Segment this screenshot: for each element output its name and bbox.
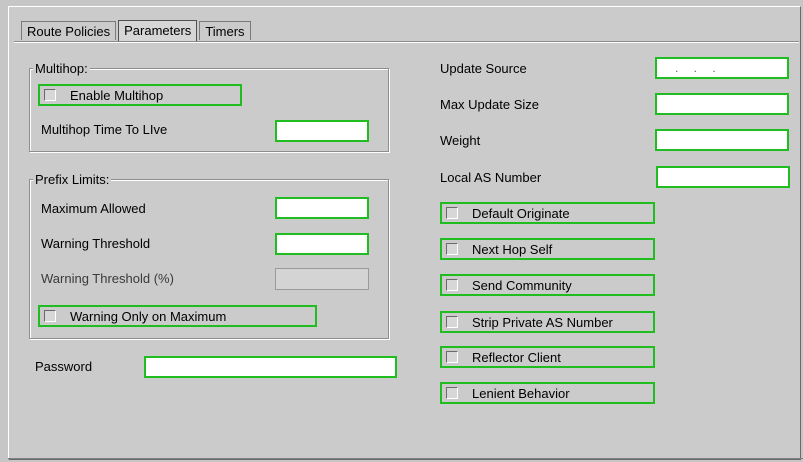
multihop-group-title: Multihop: — [33, 61, 90, 76]
checkbox-label: Default Originate — [472, 205, 570, 221]
warning-threshold-percent-input — [275, 268, 369, 290]
checkbox-box[interactable] — [446, 387, 458, 399]
checkbox-box[interactable] — [44, 310, 56, 322]
lenient-behavior-checkbox[interactable]: Lenient Behavior — [440, 382, 655, 404]
reflector-client-checkbox[interactable]: Reflector Client — [440, 346, 655, 368]
send-community-checkbox[interactable]: Send Community — [440, 274, 655, 296]
tab-bar: Route Policies Parameters Timers — [21, 20, 253, 41]
tab-content-highlight — [14, 42, 799, 43]
checkbox-box[interactable] — [446, 279, 458, 291]
local-as-number-input[interactable] — [656, 166, 790, 188]
weight-input[interactable] — [655, 129, 789, 151]
tab-route-policies[interactable]: Route Policies — [21, 21, 117, 40]
warning-only-on-maximum-checkbox[interactable]: Warning Only on Maximum — [38, 305, 317, 327]
tab-label: Route Policies — [27, 24, 111, 39]
enable-multihop-checkbox[interactable]: Enable Multihop — [38, 84, 242, 106]
update-source-label: Update Source — [440, 61, 527, 76]
multihop-ttl-input[interactable] — [275, 120, 369, 142]
warning-threshold-input[interactable] — [275, 233, 369, 255]
checkbox-label: Next Hop Self — [472, 241, 553, 257]
next-hop-self-checkbox[interactable]: Next Hop Self — [440, 238, 655, 260]
warning-threshold-label: Warning Threshold — [41, 236, 151, 251]
strip-private-as-number-checkbox[interactable]: Strip Private AS Number — [440, 311, 655, 333]
checkbox-box[interactable] — [446, 207, 458, 219]
checkbox-label: Send Community — [472, 277, 572, 293]
checkbox-label: Reflector Client — [472, 349, 561, 365]
weight-label: Weight — [440, 133, 481, 148]
checkbox-label: Warning Only on Maximum — [70, 308, 227, 324]
password-input[interactable] — [144, 356, 397, 378]
maximum-allowed-input[interactable] — [275, 197, 369, 219]
checkbox-label: Strip Private AS Number — [472, 314, 613, 330]
checkbox-box[interactable] — [446, 243, 458, 255]
update-source-ip-input[interactable]: . . . — [655, 57, 789, 79]
prefix-limits-group-title: Prefix Limits: — [33, 172, 112, 187]
warning-threshold-percent-label: Warning Threshold (%) — [41, 271, 174, 286]
maximum-allowed-label: Maximum Allowed — [41, 201, 146, 216]
local-as-number-label: Local AS Number — [440, 170, 542, 185]
checkbox-label: Enable Multihop — [70, 87, 164, 103]
tab-label: Timers — [205, 24, 245, 39]
checkbox-label: Lenient Behavior — [472, 385, 570, 401]
multihop-ttl-label: Multihop Time To LIve — [41, 122, 168, 137]
checkbox-box[interactable] — [44, 89, 56, 101]
panel-bottom-edge — [8, 458, 803, 459]
tab-label: Parameters — [124, 23, 192, 38]
tab-timers[interactable]: Timers — [199, 21, 251, 40]
max-update-size-label: Max Update Size — [440, 97, 539, 112]
tab-parameters[interactable]: Parameters — [118, 20, 198, 41]
max-update-size-input[interactable] — [655, 93, 789, 115]
checkbox-box[interactable] — [446, 316, 458, 328]
default-originate-checkbox[interactable]: Default Originate — [440, 202, 655, 224]
password-label: Password — [35, 359, 93, 374]
checkbox-box[interactable] — [446, 351, 458, 363]
